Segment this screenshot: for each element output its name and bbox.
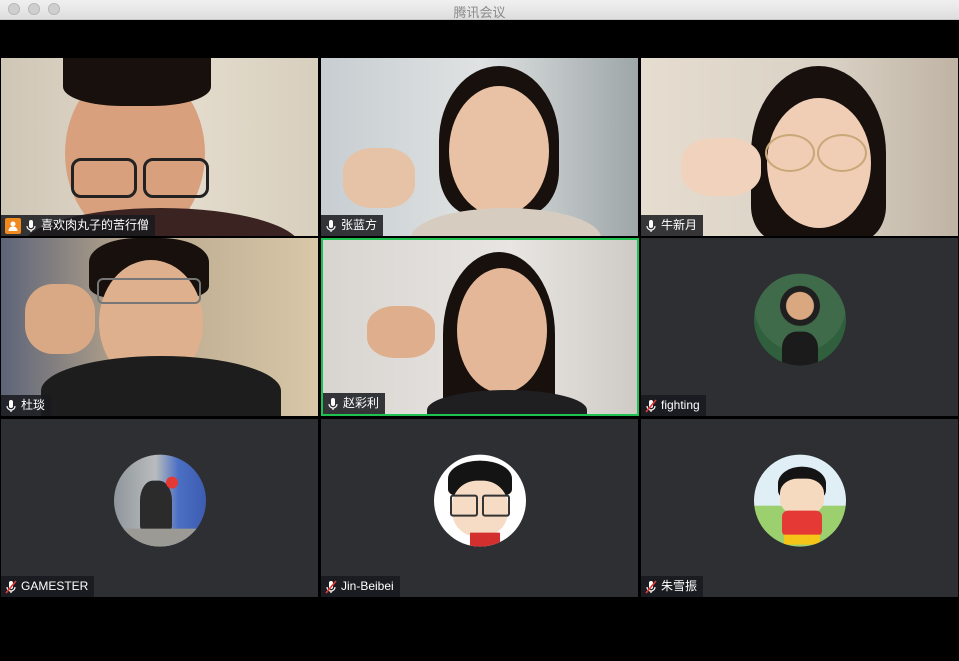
video-tile-2[interactable]: 牛新月	[641, 58, 958, 236]
glasses-icon	[817, 134, 867, 172]
avatar	[433, 454, 526, 547]
participant-body	[41, 356, 281, 416]
title-bar: 腾讯会议	[0, 0, 959, 21]
video-tile-5[interactable]: fighting	[641, 238, 958, 416]
participant-name: 喜欢肉丸子的苦行僧	[41, 218, 150, 232]
participant-name: 赵彩利	[343, 396, 380, 410]
glasses-icon	[143, 158, 209, 198]
participant-face	[449, 86, 549, 216]
raised-fist	[343, 148, 415, 208]
window-title: 腾讯会议	[453, 6, 506, 21]
microphone-icon	[326, 219, 336, 232]
raised-fist	[25, 284, 95, 354]
participant-name: GAMESTER	[21, 579, 89, 593]
name-tag: 朱雪振	[641, 576, 704, 597]
participant-name: 张蓝方	[341, 218, 378, 232]
avatar	[753, 454, 846, 547]
camera-feed	[321, 58, 638, 236]
video-tile-1[interactable]: 张蓝方	[321, 58, 638, 236]
video-tile-4-active-speaker[interactable]: 赵彩利	[321, 238, 639, 416]
name-tag: 赵彩利	[323, 393, 386, 414]
participant-name: Jin-Beibei	[341, 579, 394, 593]
microphone-muted-icon	[325, 579, 337, 594]
participant-body	[411, 208, 601, 236]
glasses-icon	[71, 158, 137, 198]
participant-face	[457, 268, 547, 393]
participant-hair	[63, 58, 211, 106]
camera-feed	[323, 240, 637, 414]
name-tag: Jin-Beibei	[321, 576, 400, 597]
name-tag: 牛新月	[641, 215, 704, 236]
name-tag: GAMESTER	[1, 576, 95, 597]
raised-fist	[681, 138, 761, 196]
participant-name: 杜琰	[21, 398, 46, 412]
name-tag: 喜欢肉丸子的苦行僧	[1, 215, 156, 236]
participant-name: 朱雪振	[661, 579, 698, 593]
name-tag: 张蓝方	[321, 215, 384, 236]
microphone-icon	[6, 399, 16, 412]
avatar	[753, 273, 846, 366]
video-tile-8[interactable]: 朱雪振	[641, 419, 958, 597]
meeting-window: 腾讯会议 喜欢肉丸子的苦行僧 张蓝方 牛新月 杜琰 赵彩利 fighting G…	[0, 0, 959, 661]
microphone-icon	[26, 219, 36, 232]
raised-fist	[367, 306, 435, 358]
name-tag: 杜琰	[1, 395, 52, 416]
participant-name: fighting	[661, 398, 700, 412]
video-tile-0[interactable]: 喜欢肉丸子的苦行僧	[1, 58, 318, 236]
glasses-icon	[765, 134, 815, 172]
camera-feed	[1, 58, 318, 236]
camera-feed	[1, 238, 318, 416]
microphone-icon	[328, 397, 338, 410]
microphone-icon	[646, 219, 656, 232]
participant-name: 牛新月	[661, 218, 698, 232]
glasses-icon	[97, 278, 201, 304]
avatar	[113, 454, 206, 547]
camera-feed	[641, 58, 958, 236]
microphone-muted-icon	[5, 579, 17, 594]
video-tile-3[interactable]: 杜琰	[1, 238, 318, 416]
name-tag: fighting	[641, 395, 706, 416]
microphone-muted-icon	[645, 398, 657, 413]
video-tile-6[interactable]: GAMESTER	[1, 419, 318, 597]
microphone-muted-icon	[645, 579, 657, 594]
person-icon	[5, 217, 21, 234]
video-tile-7[interactable]: Jin-Beibei	[321, 419, 638, 597]
